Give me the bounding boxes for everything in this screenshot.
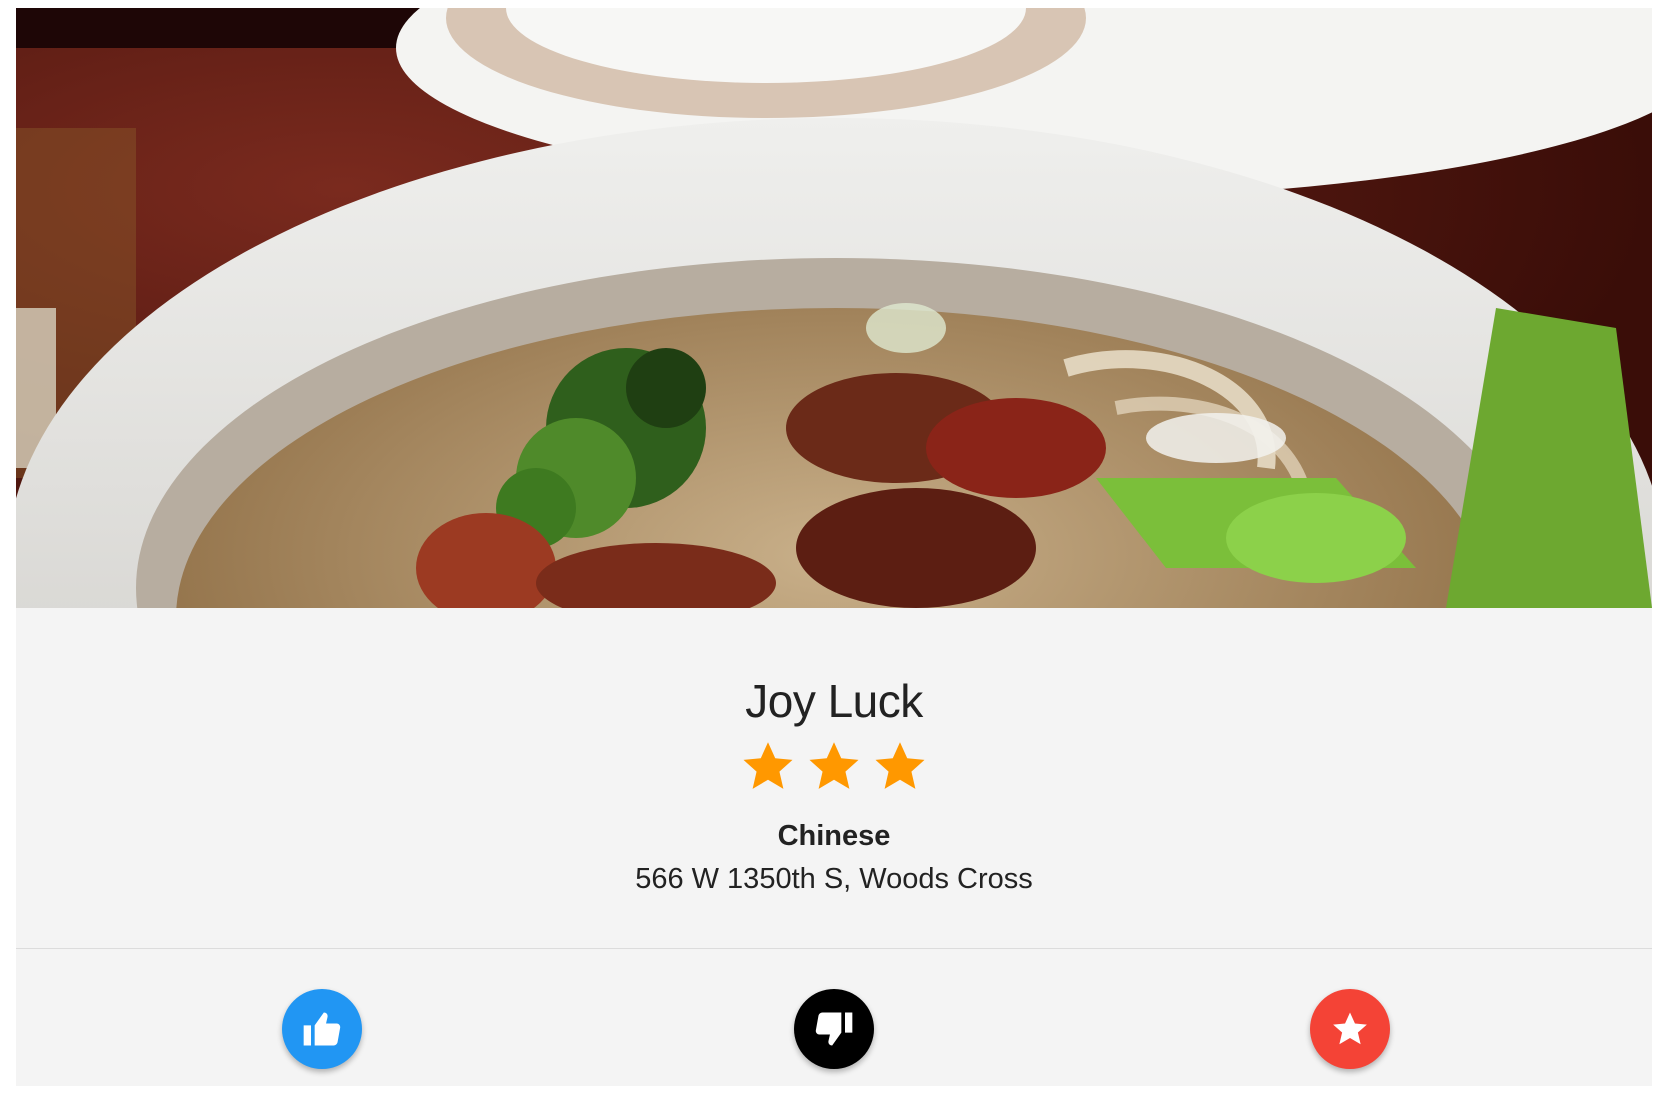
favorite-button[interactable]	[1310, 989, 1390, 1069]
thumbs-down-icon	[815, 1012, 853, 1046]
star-icon	[809, 742, 859, 789]
restaurant-card: Joy Luck Chinese 566 W 1350th S, Woods C…	[16, 8, 1652, 1086]
food-photo	[16, 8, 1652, 608]
dislike-button[interactable]	[794, 989, 874, 1069]
like-button[interactable]	[282, 989, 362, 1069]
action-bar	[16, 949, 1652, 1086]
restaurant-address: 566 W 1350th S, Woods Cross	[635, 863, 1033, 895]
cuisine-label: Chinese	[777, 820, 891, 852]
thumbs-up-icon	[303, 1012, 341, 1046]
star-rating	[16, 738, 1652, 799]
restaurant-name: Joy Luck	[745, 675, 923, 727]
star-icon	[743, 742, 793, 789]
star-icon	[875, 742, 925, 789]
restaurant-info: Joy Luck Chinese 566 W 1350th S, Woods C…	[16, 608, 1652, 948]
star-icon	[1333, 1012, 1367, 1045]
